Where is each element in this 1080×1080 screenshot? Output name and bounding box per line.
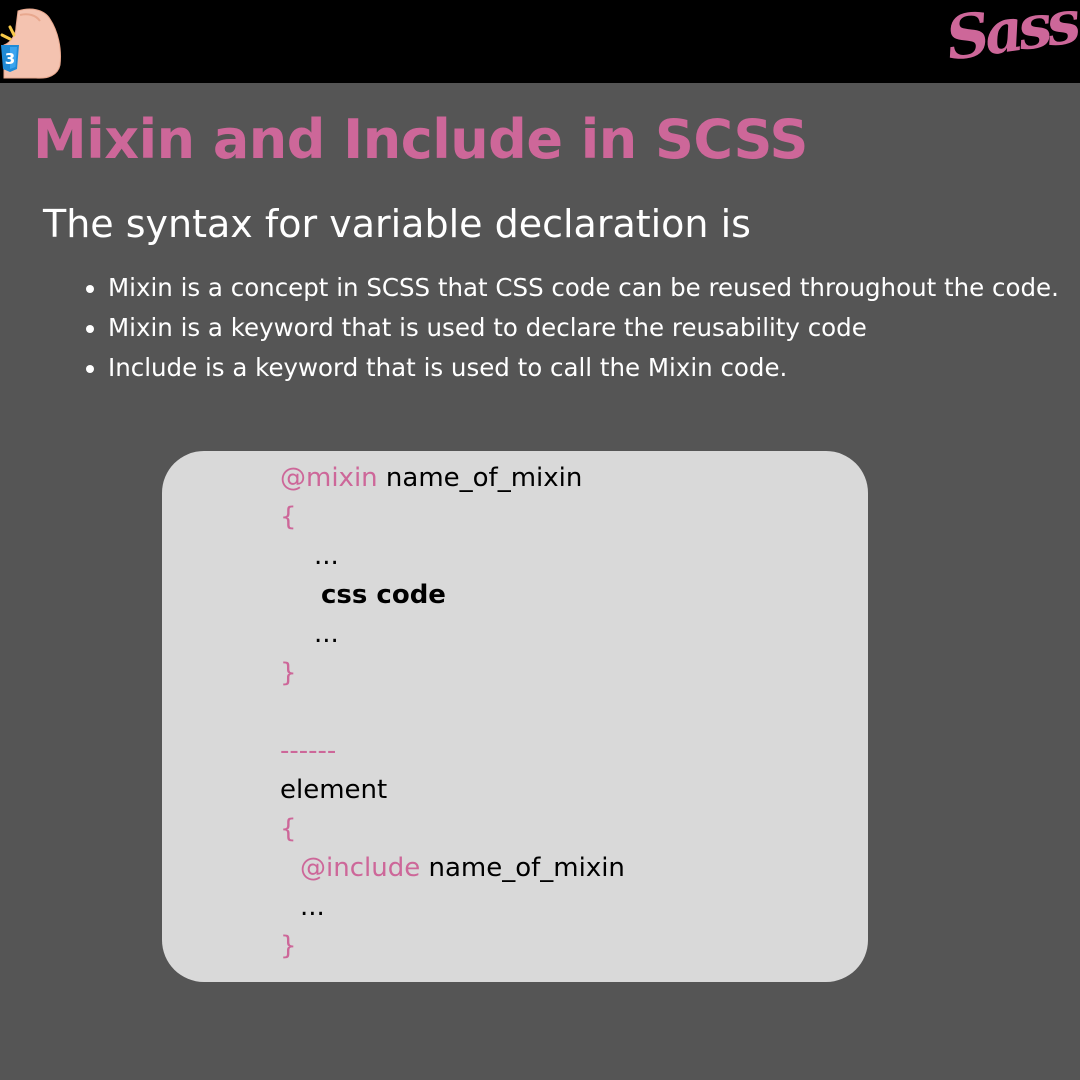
- ellipsis: ...: [314, 619, 339, 649]
- ellipsis: ...: [314, 541, 339, 571]
- list-item: Include is a keyword that is used to cal…: [108, 348, 1080, 388]
- mixin-keyword: @mixin: [280, 463, 378, 493]
- svg-text:3: 3: [5, 50, 15, 68]
- include-name: name_of_mixin: [420, 853, 625, 883]
- list-item: Mixin is a concept in SCSS that CSS code…: [108, 268, 1080, 308]
- page-title: Mixin and Include in SCSS: [33, 108, 808, 171]
- ellipsis: ...: [300, 892, 325, 922]
- code-content: @mixin name_of_mixin { ... css code ... …: [280, 451, 625, 997]
- close-brace: }: [280, 658, 297, 688]
- open-brace: {: [280, 814, 297, 844]
- open-brace: {: [280, 502, 297, 532]
- code-block: @mixin name_of_mixin { ... css code ... …: [162, 451, 868, 982]
- list-item: Mixin is a keyword that is used to decla…: [108, 308, 1080, 348]
- subtitle: The syntax for variable declaration is: [43, 202, 751, 246]
- close-brace: }: [280, 931, 297, 961]
- css-code-text: css code: [321, 580, 446, 610]
- mixin-name: name_of_mixin: [377, 463, 583, 493]
- include-keyword: @include: [300, 853, 421, 883]
- element-selector: element: [280, 775, 388, 805]
- bullet-list: Mixin is a concept in SCSS that CSS code…: [80, 268, 1080, 388]
- code-line-include: @include name_of_mixin: [300, 849, 625, 888]
- css3-flexed-arm-icon: 3: [0, 8, 61, 79]
- code-line-mixin: @mixin name_of_mixin: [280, 459, 582, 498]
- sass-logo: Sass: [941, 0, 1080, 75]
- top-bar: 3 Sass: [0, 0, 1080, 83]
- separator: ------: [280, 736, 337, 766]
